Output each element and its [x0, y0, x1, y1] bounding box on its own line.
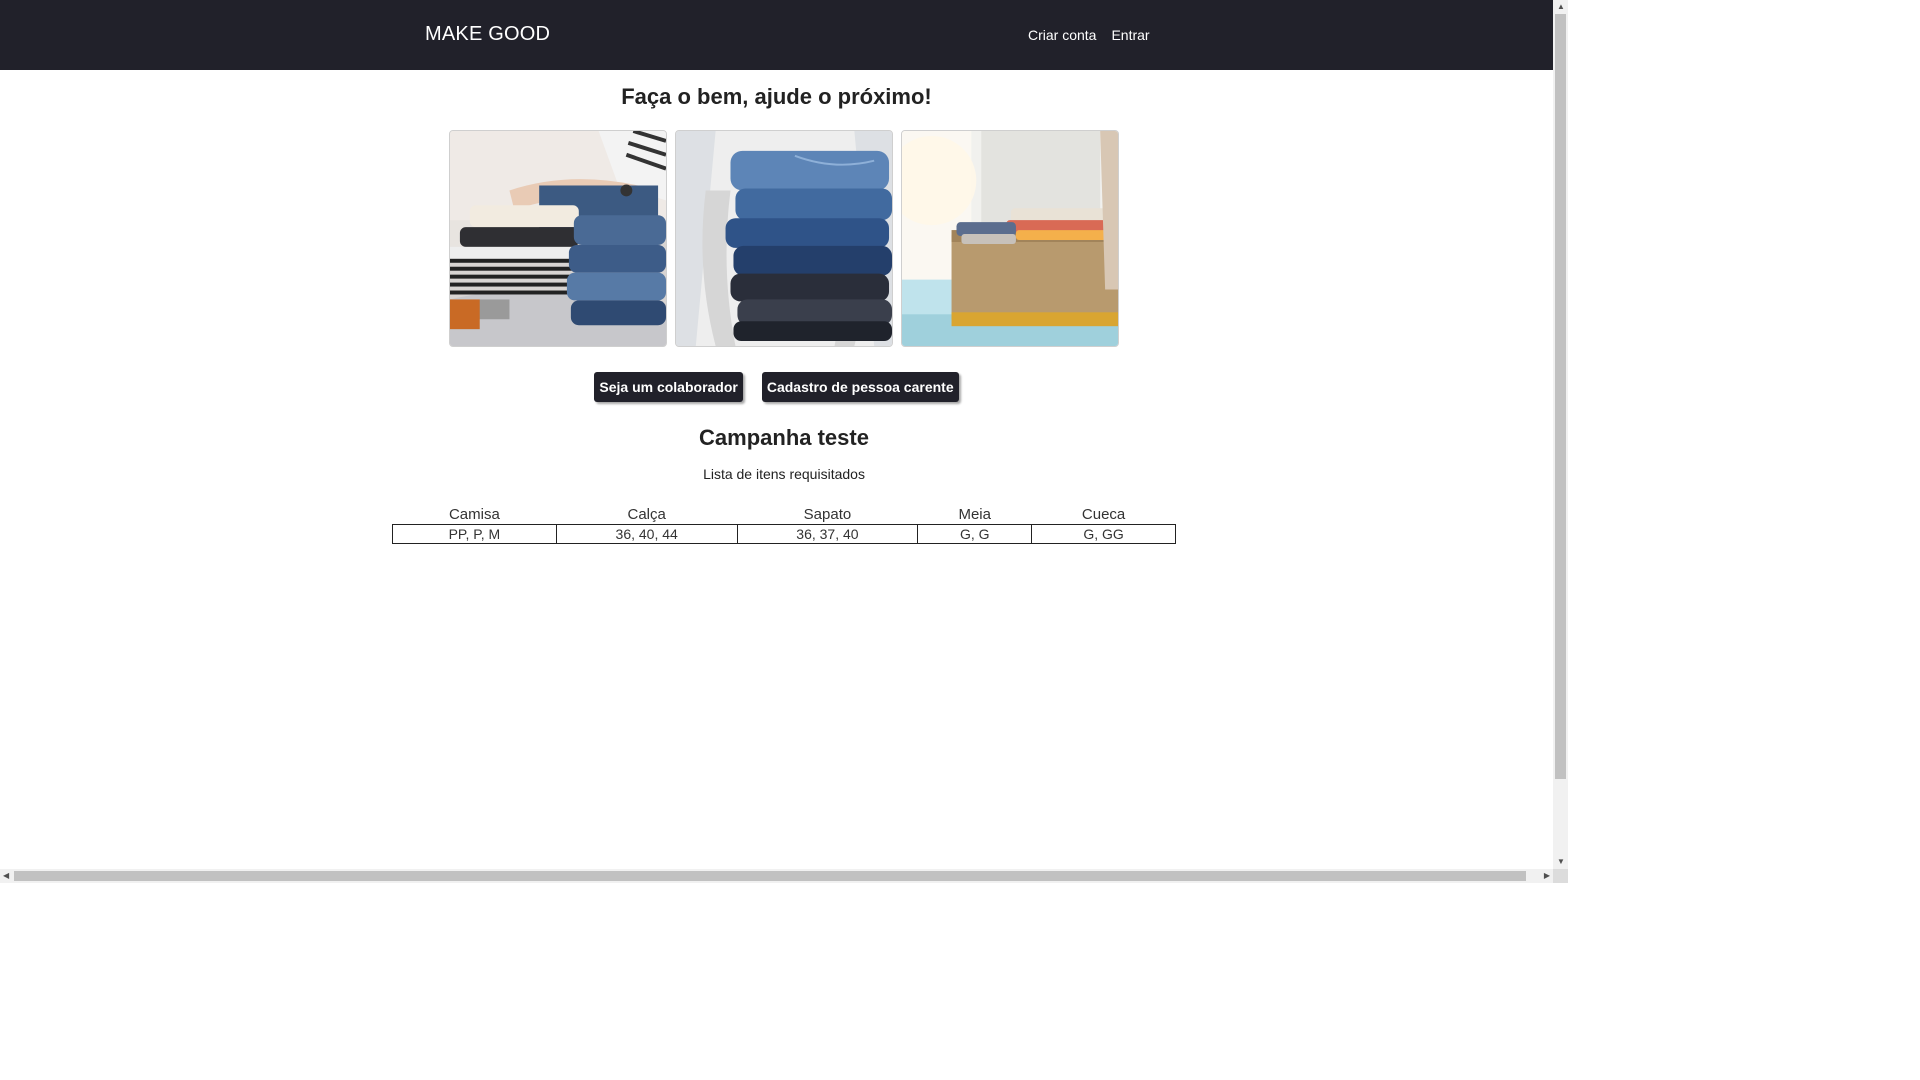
folding-clothes-image — [449, 130, 667, 347]
vertical-scrollbar-thumb[interactable] — [1555, 14, 1566, 779]
table-row: PP, P, M 36, 40, 44 36, 37, 40 G, G G, G… — [392, 524, 1176, 544]
campaign-subtitle: Lista de itens requisitados — [703, 466, 865, 482]
create-account-link[interactable]: Criar conta — [1028, 27, 1096, 43]
horizontal-scrollbar[interactable]: ◀ ▶ — [0, 869, 1553, 883]
table-cell: PP, P, M — [392, 524, 557, 544]
image-gallery — [449, 130, 1119, 347]
become-collaborator-button[interactable]: Seja um colaborador — [594, 372, 743, 402]
table-header-row: Camisa Calça Sapato Meia Cueca — [393, 504, 1176, 525]
column-header: Meia — [958, 506, 991, 523]
table-cell: G, G — [917, 524, 1033, 544]
login-link[interactable]: Entrar — [1111, 27, 1149, 43]
column-header: Camisa — [448, 506, 500, 523]
top-navbar: MAKE GOOD Criar conta Entrar — [0, 0, 1553, 70]
vertical-scrollbar[interactable]: ▲ ▼ — [1553, 0, 1568, 869]
action-buttons: Seja um colaborador Cadastro de pessoa c… — [0, 372, 1553, 402]
horizontal-scrollbar-thumb[interactable] — [14, 871, 1526, 881]
requested-items-table: Camisa Calça Sapato Meia Cueca PP, P, M … — [392, 504, 1176, 544]
donation-box-image — [901, 130, 1119, 347]
brand-logo-link[interactable]: MAKE GOOD — [425, 23, 550, 46]
column-header: Cueca — [1081, 506, 1126, 523]
scroll-down-arrow-icon[interactable]: ▼ — [1557, 857, 1565, 867]
column-header: Sapato — [803, 506, 852, 523]
column-header: Calça — [627, 506, 666, 523]
scroll-up-arrow-icon[interactable]: ▲ — [1557, 2, 1565, 12]
campaign-title: Campanha teste — [699, 425, 869, 450]
page-headline: Faça o bem, ajude o próximo! — [621, 84, 932, 109]
stack-of-jeans-image — [675, 130, 893, 347]
register-needy-person-button[interactable]: Cadastro de pessoa carente — [761, 372, 959, 402]
table-cell: G, GG — [1031, 524, 1176, 544]
table-cell: 36, 40, 44 — [555, 524, 738, 544]
scroll-right-arrow-icon[interactable]: ▶ — [1544, 871, 1550, 881]
table-cell: 36, 37, 40 — [736, 524, 919, 544]
nav-links: Criar conta Entrar — [1028, 27, 1150, 43]
scrollbar-corner — [1553, 869, 1568, 883]
scroll-left-arrow-icon[interactable]: ◀ — [3, 871, 9, 881]
